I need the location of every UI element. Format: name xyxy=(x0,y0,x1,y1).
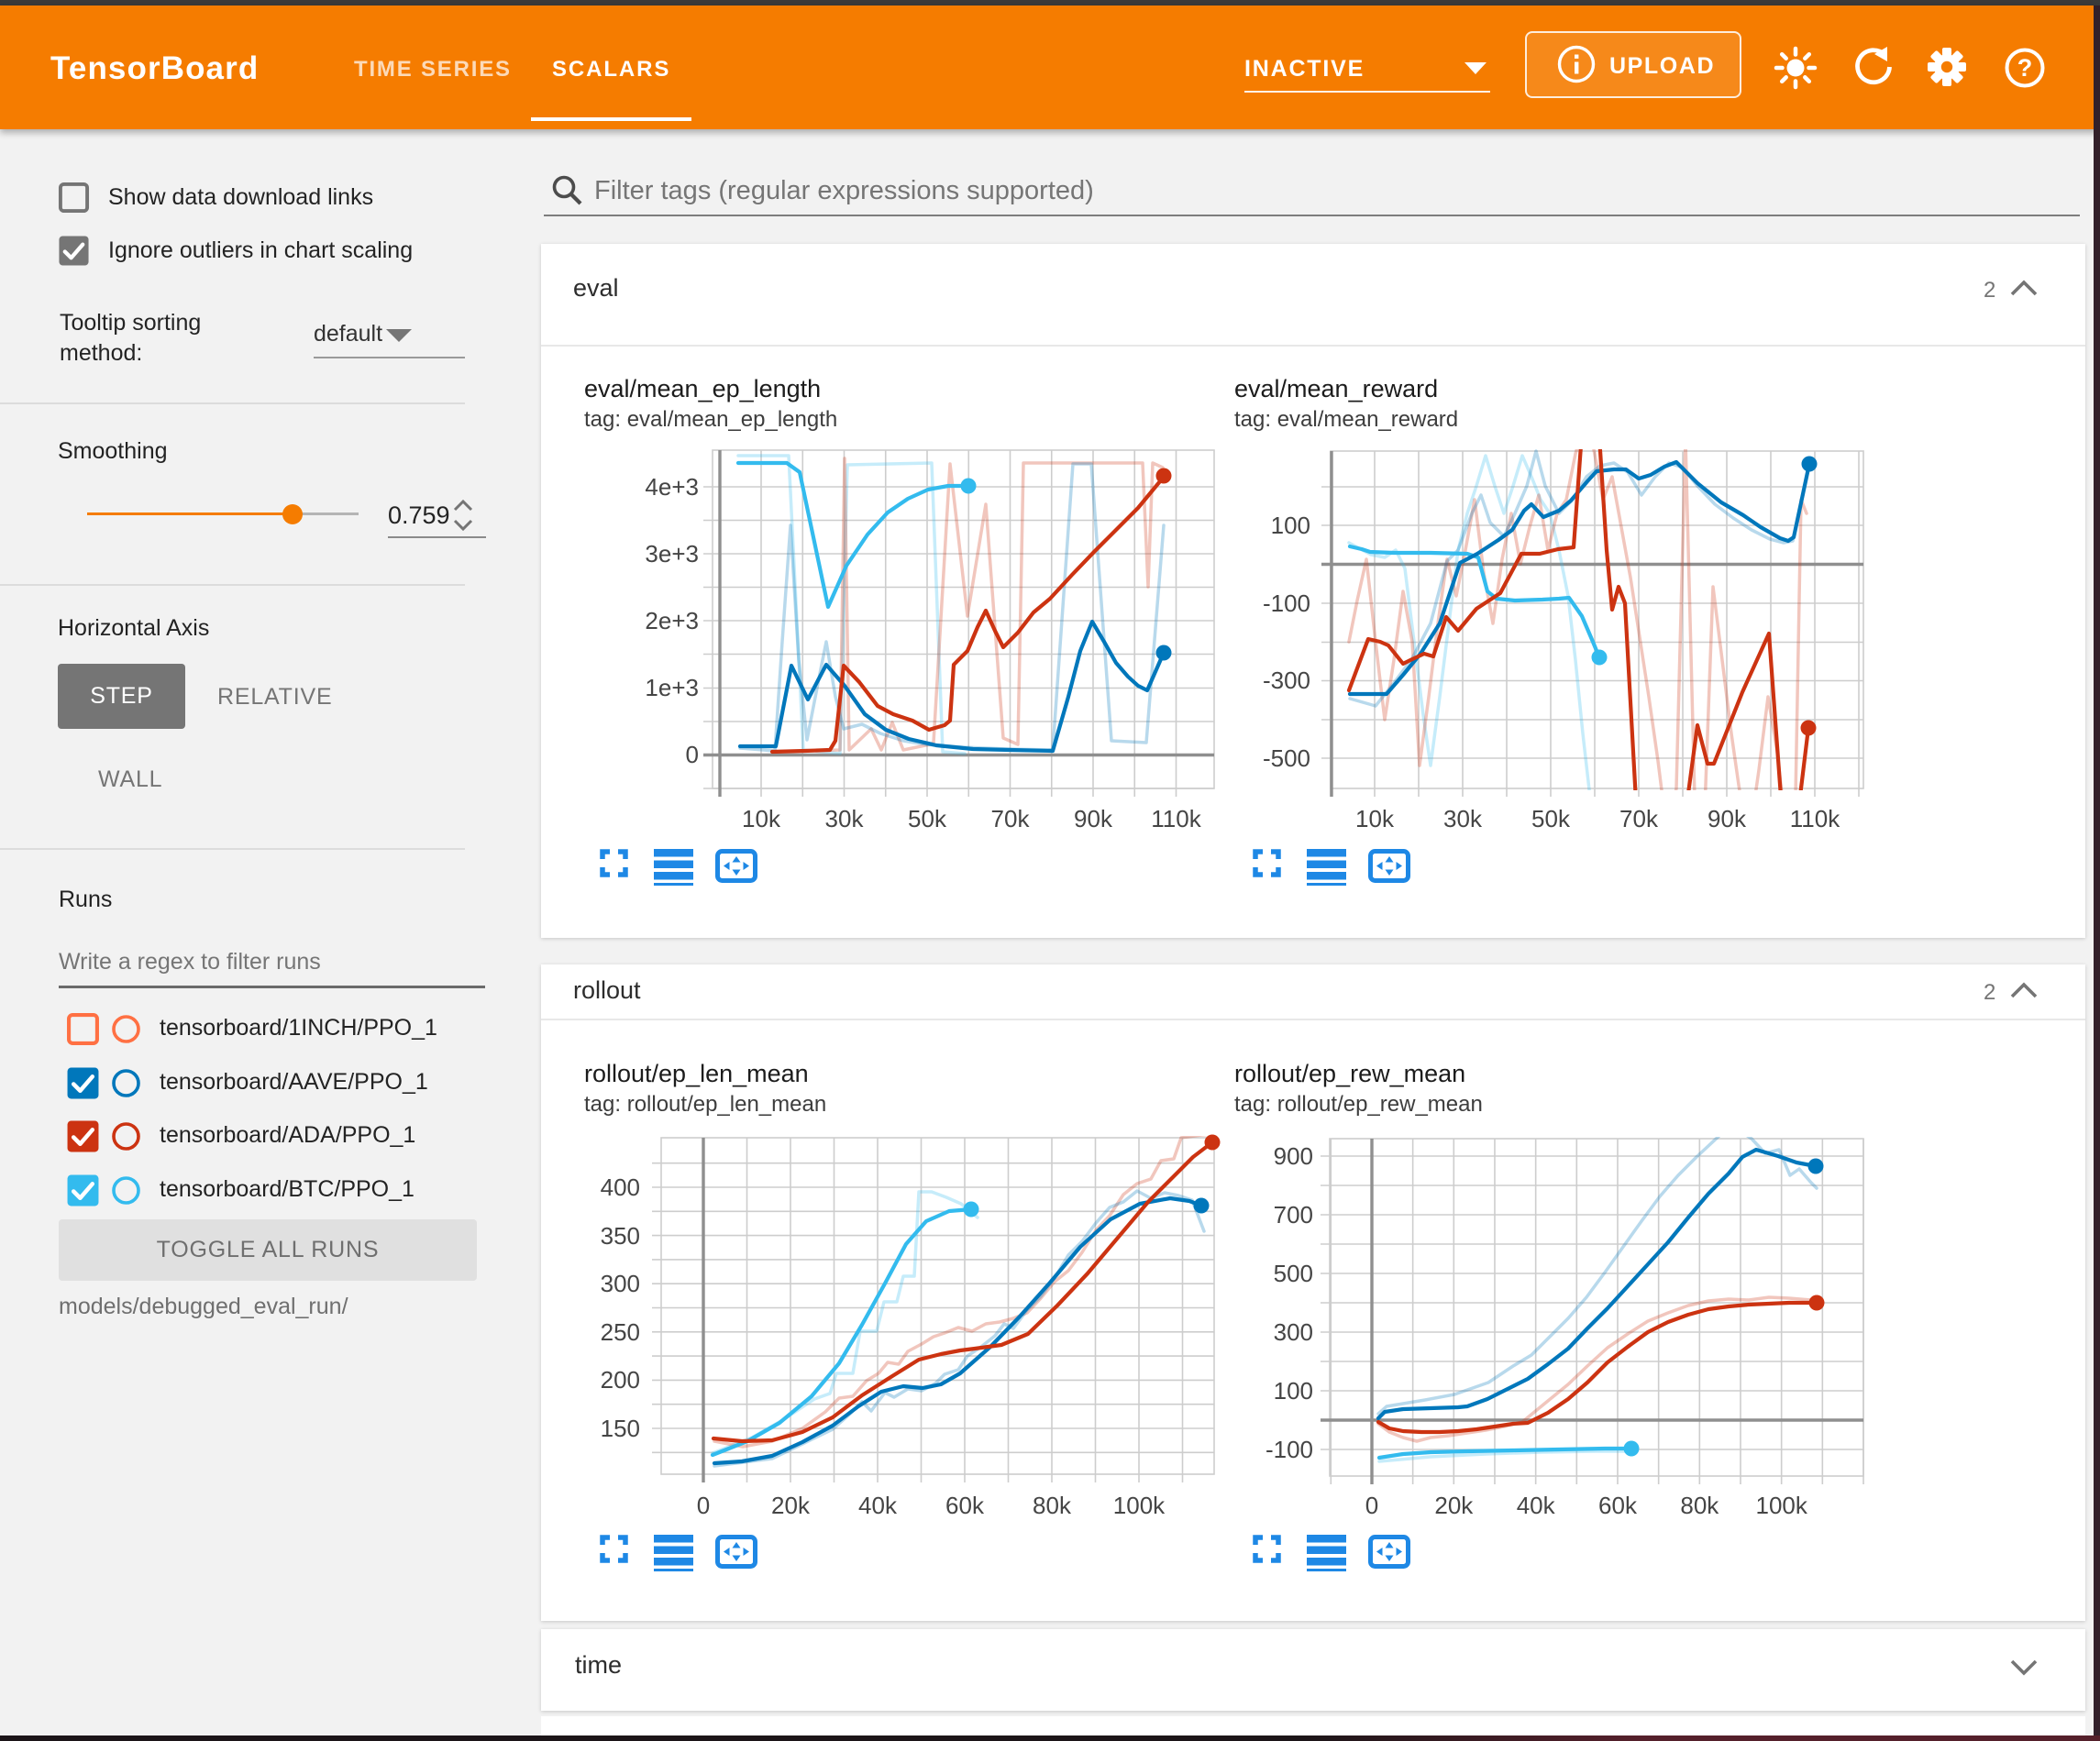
svg-text:?: ? xyxy=(2017,54,2033,82)
svg-text:300: 300 xyxy=(1274,1318,1313,1346)
svg-text:100k: 100k xyxy=(1113,1492,1166,1519)
svg-text:90k: 90k xyxy=(1708,805,1747,832)
svg-text:4e+3: 4e+3 xyxy=(645,473,699,501)
svg-text:70k: 70k xyxy=(1619,805,1659,832)
svg-text:350: 350 xyxy=(601,1222,640,1250)
svg-text:100: 100 xyxy=(1274,1377,1313,1405)
svg-text:100: 100 xyxy=(1271,512,1310,539)
svg-text:-100: -100 xyxy=(1263,590,1310,617)
svg-text:300: 300 xyxy=(601,1270,640,1297)
svg-text:60k: 60k xyxy=(945,1492,985,1519)
svg-text:3e+3: 3e+3 xyxy=(645,540,699,567)
svg-text:70k: 70k xyxy=(991,805,1031,832)
svg-text:700: 700 xyxy=(1274,1201,1313,1229)
svg-text:0: 0 xyxy=(1365,1492,1378,1519)
svg-text:110k: 110k xyxy=(1151,805,1201,832)
svg-text:80k: 80k xyxy=(1033,1492,1072,1519)
svg-text:50k: 50k xyxy=(908,805,947,832)
svg-text:20k: 20k xyxy=(1434,1492,1474,1519)
svg-text:10k: 10k xyxy=(742,805,781,832)
svg-text:0: 0 xyxy=(686,741,699,768)
svg-text:80k: 80k xyxy=(1680,1492,1719,1519)
svg-text:30k: 30k xyxy=(825,805,865,832)
svg-text:500: 500 xyxy=(1274,1260,1313,1287)
svg-text:-500: -500 xyxy=(1263,744,1310,772)
svg-text:150: 150 xyxy=(601,1415,640,1442)
svg-text:20k: 20k xyxy=(771,1492,811,1519)
svg-text:110k: 110k xyxy=(1790,805,1840,832)
svg-text:400: 400 xyxy=(601,1174,640,1201)
svg-text:90k: 90k xyxy=(1074,805,1113,832)
svg-text:30k: 30k xyxy=(1443,805,1483,832)
svg-text:200: 200 xyxy=(601,1366,640,1394)
svg-text:40k: 40k xyxy=(1517,1492,1556,1519)
svg-text:0: 0 xyxy=(697,1492,710,1519)
svg-text:1e+3: 1e+3 xyxy=(645,674,699,701)
svg-text:50k: 50k xyxy=(1531,805,1571,832)
svg-text:-100: -100 xyxy=(1266,1436,1313,1463)
svg-text:-300: -300 xyxy=(1263,667,1310,694)
svg-text:10k: 10k xyxy=(1355,805,1395,832)
svg-text:250: 250 xyxy=(601,1318,640,1346)
svg-text:60k: 60k xyxy=(1598,1492,1638,1519)
svg-text:900: 900 xyxy=(1274,1142,1313,1170)
svg-text:40k: 40k xyxy=(858,1492,898,1519)
svg-text:2e+3: 2e+3 xyxy=(645,607,699,634)
svg-text:100k: 100k xyxy=(1756,1492,1808,1519)
